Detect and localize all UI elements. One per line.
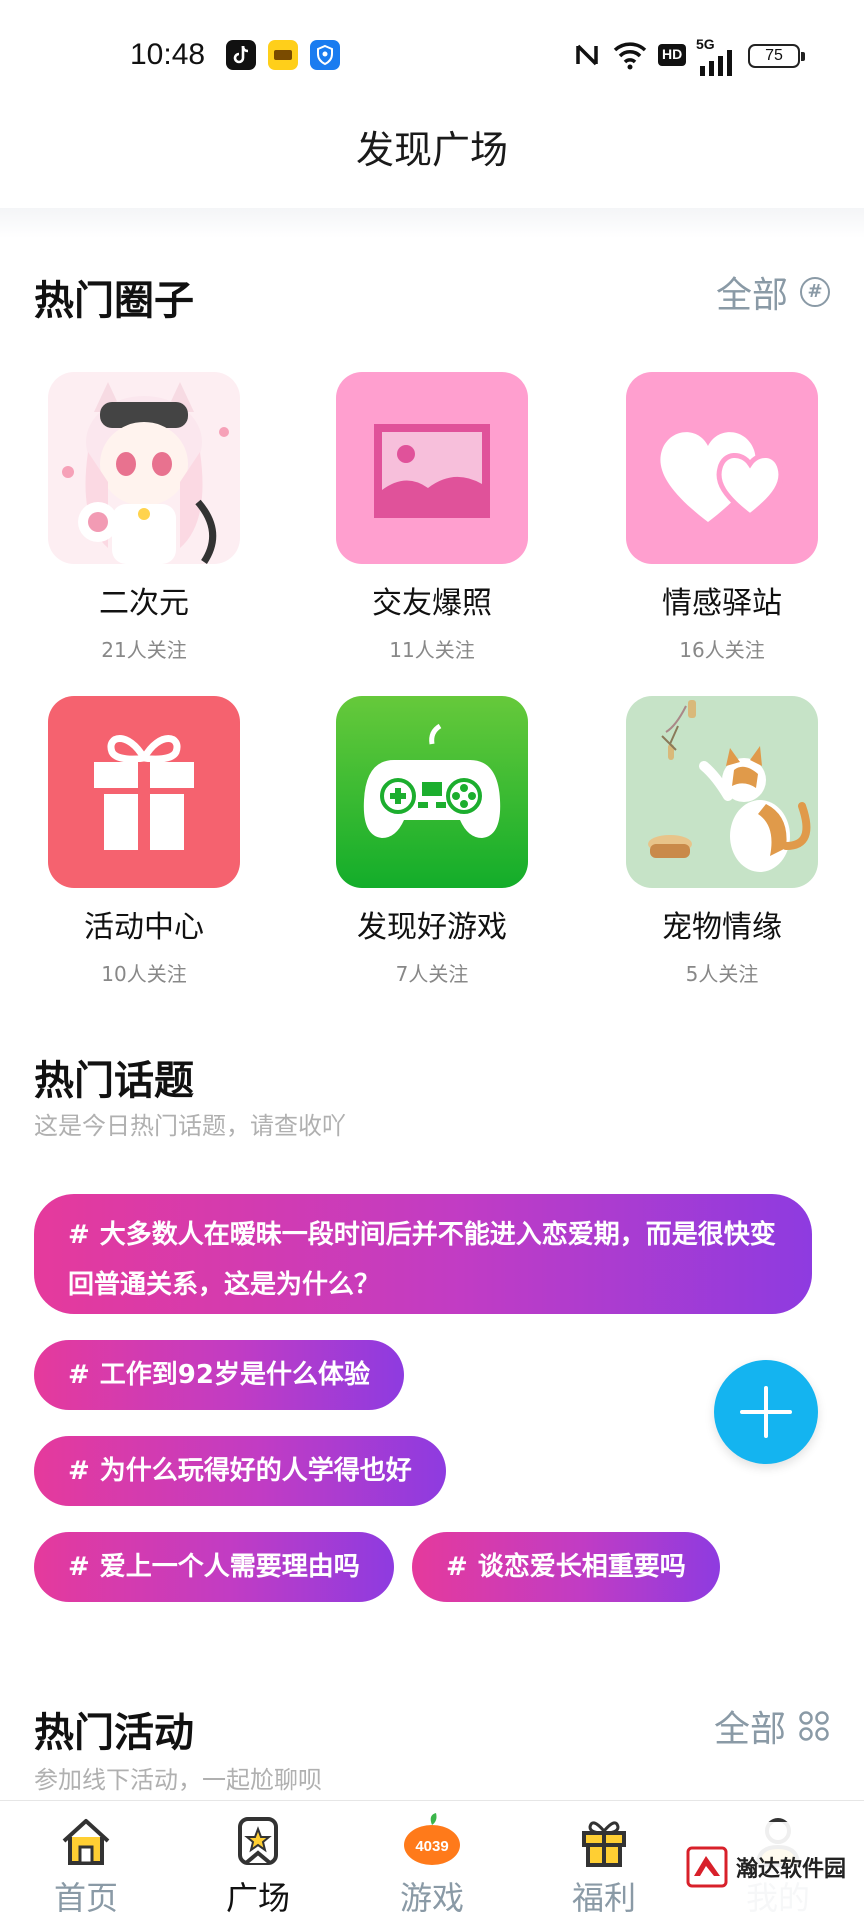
signal-icon <box>700 50 732 76</box>
watermark-logo-icon <box>686 1846 728 1888</box>
topic-text: 大多数人在暧昧一段时间后并不能进入恋爱期，而是很快变回普通关系，这是为什么？ <box>68 1220 776 1300</box>
nfc-icon <box>576 44 598 66</box>
circle-item-pets[interactable]: 宠物情缘 5人关注 <box>622 696 822 987</box>
circle-name: 情感驿站 <box>662 586 782 621</box>
all-label: 全部 <box>715 275 788 316</box>
watermark-text: 瀚达软件园 <box>736 1856 847 1882</box>
nav-item-games[interactable]: 4039 游戏 <box>372 1811 492 1919</box>
topic-text: 工作到92岁是什么体验 <box>99 1360 370 1390</box>
tiktok-icon <box>226 40 256 70</box>
nav-item-plaza[interactable]: 广场 <box>198 1811 318 1919</box>
grid-icon <box>799 1711 829 1741</box>
add-post-button[interactable] <box>714 1360 818 1464</box>
topic-tag[interactable]: # 爱上一个人需要理由吗 <box>34 1532 394 1602</box>
topic-text: 为什么玩得好的人学得也好 <box>99 1456 412 1486</box>
nav-label: 福利 <box>571 1879 636 1917</box>
circle-item-games[interactable]: 发现好游戏 7人关注 <box>332 696 532 987</box>
page-title: 发现广场 <box>355 128 508 172</box>
plaza-star-icon <box>238 1817 278 1865</box>
circle-name: 发现好游戏 <box>357 910 507 945</box>
hot-topics-subtitle: 这是今日热门话题，请查收吖 <box>34 1112 346 1140</box>
hearts-icon <box>626 372 818 564</box>
all-label: 全部 <box>713 1709 786 1750</box>
circle-follow-count: 21人关注 <box>101 638 187 662</box>
circle-follow-count: 7人关注 <box>395 962 469 986</box>
circle-follow-count: 11人关注 <box>389 638 475 662</box>
header: 发现广场 <box>0 110 864 210</box>
circle-name: 二次元 <box>99 586 189 621</box>
cat-image <box>626 696 818 888</box>
gift-icon <box>48 696 240 888</box>
watermark: 瀚达软件园 <box>686 1822 862 1912</box>
hashtag-icon: # <box>68 1552 90 1582</box>
gamepad-icon <box>336 696 528 888</box>
topic-tag[interactable]: # 工作到92岁是什么体验 <box>34 1340 404 1410</box>
nav-item-welfare[interactable]: 福利 <box>544 1811 664 1919</box>
circle-item-emotion[interactable]: 情感驿站 16人关注 <box>622 372 822 663</box>
circle-item-events[interactable]: 活动中心 10人关注 <box>44 696 244 987</box>
hd-badge: HD <box>658 44 687 66</box>
battery-icon: 75 <box>748 44 805 68</box>
4039-game-icon: 4039 <box>404 1813 460 1865</box>
circle-follow-count: 16人关注 <box>679 638 765 662</box>
game-badge-text: 4039 <box>415 1838 448 1855</box>
wifi-icon <box>613 42 647 70</box>
topic-text: 谈恋爱长相重要吗 <box>477 1552 686 1582</box>
hashtag-icon: # <box>68 1360 90 1390</box>
location-shield-icon <box>310 40 340 70</box>
circle-name: 宠物情缘 <box>662 910 782 945</box>
hot-events-subtitle: 参加线下活动，一起尬聊呗 <box>34 1766 322 1794</box>
hot-circles-all-link[interactable]: 全部 # <box>716 266 830 318</box>
hot-topics-title: 热门话题 <box>34 1058 194 1104</box>
taobao-icon <box>268 40 298 70</box>
hot-events-all-link[interactable]: 全部 <box>714 1700 830 1752</box>
nav-label: 游戏 <box>399 1879 464 1917</box>
circle-follow-count: 5人关注 <box>685 962 759 986</box>
topic-tag[interactable]: # 谈恋爱长相重要吗 <box>412 1532 720 1602</box>
circle-item-anime[interactable]: 二次元 21人关注 <box>44 372 244 663</box>
circle-item-photo[interactable]: 交友爆照 11人关注 <box>332 372 532 663</box>
status-bar: 10:48 HD 5G 75 <box>0 0 864 110</box>
circle-follow-count: 10人关注 <box>101 962 187 986</box>
nav-item-home[interactable]: 首页 <box>26 1811 146 1919</box>
hashtag-icon: # <box>68 1456 90 1486</box>
status-time: 10:48 <box>130 38 206 71</box>
topic-tag[interactable]: # 为什么玩得好的人学得也好 <box>34 1436 446 1506</box>
topic-tag[interactable]: # 大多数人在暧昧一段时间后并不能进入恋爱期，而是很快变回普通关系，这是为什么？ <box>34 1194 812 1314</box>
nav-label: 广场 <box>225 1879 290 1917</box>
hot-events-title: 热门活动 <box>34 1710 194 1756</box>
anime-cat-girl-image <box>48 372 240 564</box>
hashtag-icon: # <box>68 1220 90 1250</box>
topic-text: 爱上一个人需要理由吗 <box>99 1552 360 1582</box>
circle-name: 交友爆照 <box>372 586 492 621</box>
nav-label: 首页 <box>53 1879 118 1917</box>
hot-circles-title: 热门圈子 <box>34 278 194 324</box>
hashtag-icon: # <box>446 1552 468 1582</box>
gift-icon <box>582 1821 626 1867</box>
home-icon <box>62 1819 110 1865</box>
hashtag-circle-icon: # <box>800 277 830 307</box>
photo-icon <box>336 372 528 564</box>
header-divider <box>0 208 864 238</box>
circle-name: 活动中心 <box>84 910 204 945</box>
